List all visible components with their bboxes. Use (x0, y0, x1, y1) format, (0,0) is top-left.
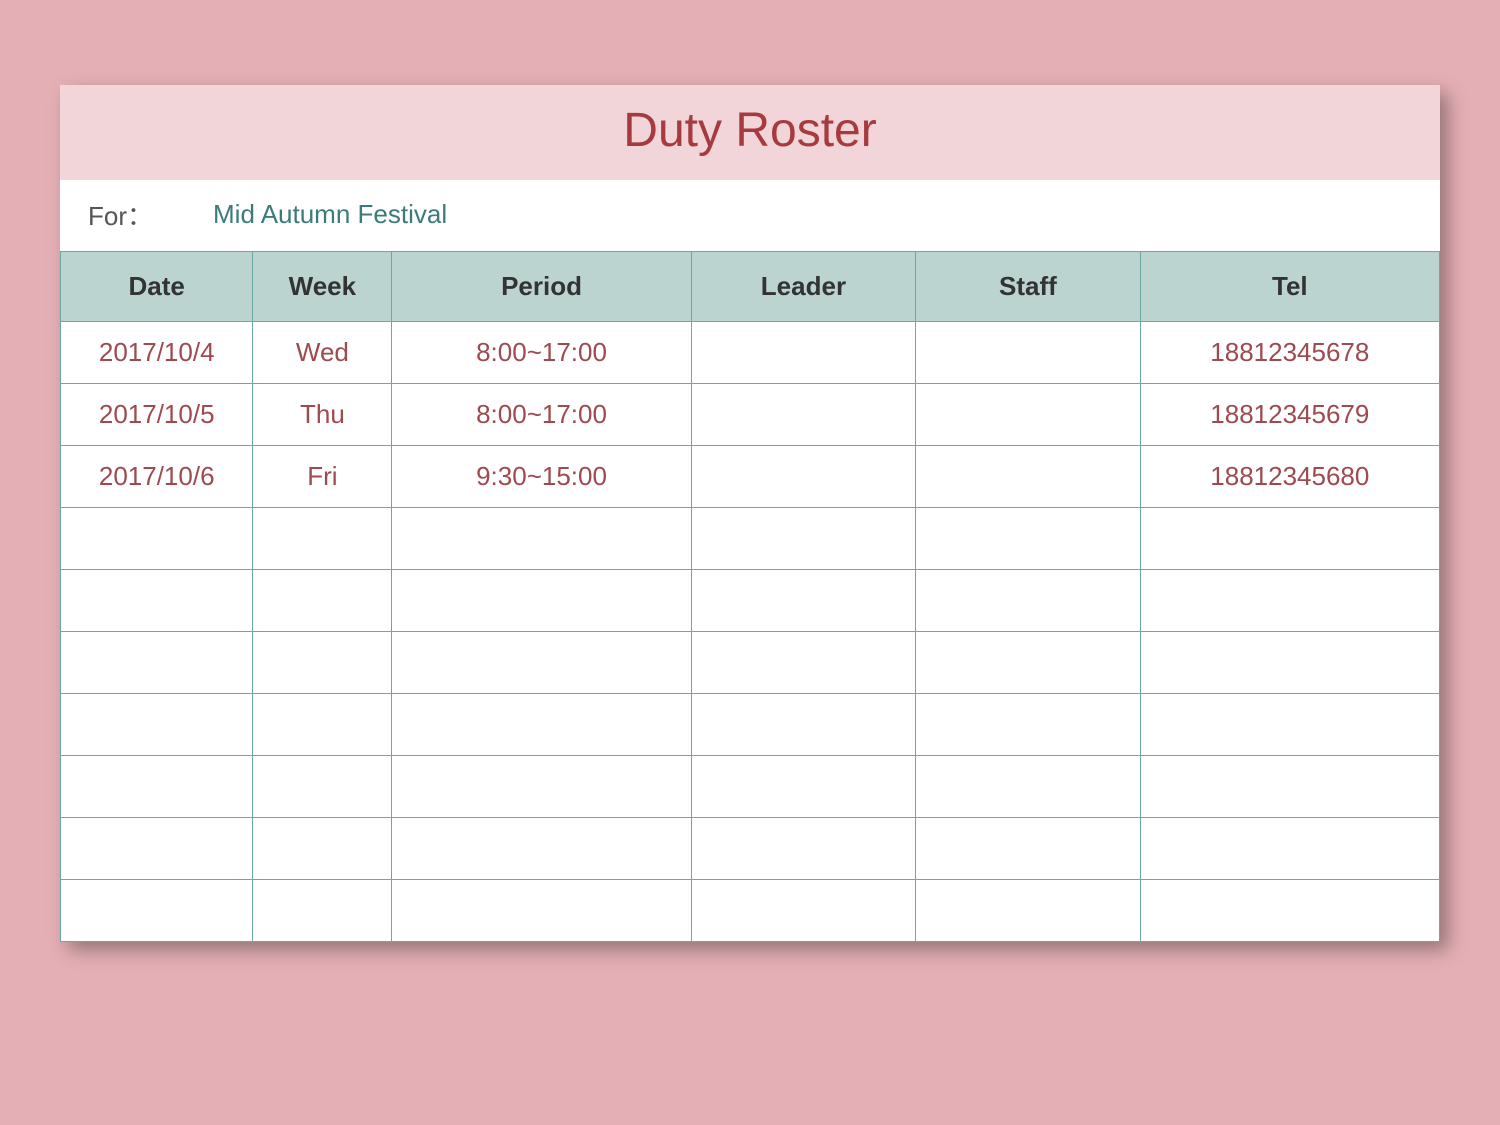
col-period: Period (392, 252, 691, 322)
table-row (61, 880, 1440, 942)
cell-leader[interactable] (691, 694, 915, 756)
cell-staff[interactable] (916, 880, 1140, 942)
col-tel: Tel (1140, 252, 1439, 322)
table-row (61, 818, 1440, 880)
cell-leader[interactable] (691, 632, 915, 694)
cell-week[interactable] (253, 694, 392, 756)
cell-week[interactable]: Wed (253, 322, 392, 384)
cell-period[interactable] (392, 632, 691, 694)
cell-week[interactable] (253, 880, 392, 942)
roster-sheet: Duty Roster For： Mid Autumn Festival Dat… (60, 85, 1440, 942)
cell-staff[interactable] (916, 632, 1140, 694)
cell-week[interactable] (253, 632, 392, 694)
cell-staff[interactable] (916, 756, 1140, 818)
cell-staff[interactable] (916, 508, 1140, 570)
cell-leader[interactable] (691, 508, 915, 570)
cell-date[interactable] (61, 508, 253, 570)
roster-table: Date Week Period Leader Staff Tel 2017/1… (60, 251, 1440, 942)
cell-period[interactable]: 9:30~15:00 (392, 446, 691, 508)
cell-date[interactable]: 2017/10/4 (61, 322, 253, 384)
cell-leader[interactable] (691, 570, 915, 632)
table-row: 2017/10/4Wed8:00~17:00 18812345678 (61, 322, 1440, 384)
cell-staff[interactable] (916, 570, 1140, 632)
cell-leader[interactable] (691, 322, 915, 384)
cell-leader[interactable] (691, 756, 915, 818)
cell-week[interactable]: Fri (253, 446, 392, 508)
cell-period[interactable]: 8:00~17:00 (392, 384, 691, 446)
table-row (61, 756, 1440, 818)
cell-tel[interactable] (1140, 694, 1439, 756)
cell-date[interactable] (61, 570, 253, 632)
for-value[interactable]: Mid Autumn Festival (213, 199, 447, 230)
cell-period[interactable]: 8:00~17:00 (392, 322, 691, 384)
cell-tel[interactable] (1140, 880, 1439, 942)
cell-date[interactable] (61, 880, 253, 942)
cell-period[interactable] (392, 756, 691, 818)
cell-date[interactable] (61, 694, 253, 756)
cell-tel[interactable]: 18812345680 (1140, 446, 1439, 508)
cell-leader[interactable] (691, 384, 915, 446)
cell-week[interactable]: Thu (253, 384, 392, 446)
for-label: For： (88, 196, 153, 233)
cell-date[interactable]: 2017/10/5 (61, 384, 253, 446)
cell-tel[interactable] (1140, 756, 1439, 818)
cell-period[interactable] (392, 880, 691, 942)
table-row: 2017/10/5Thu8:00~17:00 18812345679 (61, 384, 1440, 446)
cell-tel[interactable] (1140, 632, 1439, 694)
cell-period[interactable] (392, 694, 691, 756)
cell-date[interactable] (61, 632, 253, 694)
cell-leader[interactable] (691, 446, 915, 508)
cell-tel[interactable] (1140, 508, 1439, 570)
cell-week[interactable] (253, 508, 392, 570)
col-date: Date (61, 252, 253, 322)
table-row (61, 632, 1440, 694)
cell-tel[interactable] (1140, 818, 1439, 880)
for-row: For： Mid Autumn Festival (60, 180, 1440, 251)
cell-leader[interactable] (691, 880, 915, 942)
cell-week[interactable] (253, 818, 392, 880)
title-bar: Duty Roster (60, 85, 1440, 180)
col-leader: Leader (691, 252, 915, 322)
col-staff: Staff (916, 252, 1140, 322)
cell-period[interactable] (392, 508, 691, 570)
table-row (61, 570, 1440, 632)
cell-tel[interactable]: 18812345679 (1140, 384, 1439, 446)
cell-date[interactable] (61, 756, 253, 818)
cell-period[interactable] (392, 570, 691, 632)
cell-staff[interactable] (916, 446, 1140, 508)
table-row (61, 508, 1440, 570)
col-week: Week (253, 252, 392, 322)
cell-date[interactable] (61, 818, 253, 880)
cell-leader[interactable] (691, 818, 915, 880)
table-row (61, 694, 1440, 756)
cell-date[interactable]: 2017/10/6 (61, 446, 253, 508)
cell-week[interactable] (253, 756, 392, 818)
cell-period[interactable] (392, 818, 691, 880)
cell-tel[interactable] (1140, 570, 1439, 632)
cell-staff[interactable] (916, 322, 1140, 384)
cell-staff[interactable] (916, 384, 1140, 446)
cell-tel[interactable]: 18812345678 (1140, 322, 1439, 384)
page-title: Duty Roster (60, 103, 1440, 158)
cell-staff[interactable] (916, 694, 1140, 756)
table-header-row: Date Week Period Leader Staff Tel (61, 252, 1440, 322)
cell-staff[interactable] (916, 818, 1140, 880)
cell-week[interactable] (253, 570, 392, 632)
table-row: 2017/10/6Fri9:30~15:00 18812345680 (61, 446, 1440, 508)
